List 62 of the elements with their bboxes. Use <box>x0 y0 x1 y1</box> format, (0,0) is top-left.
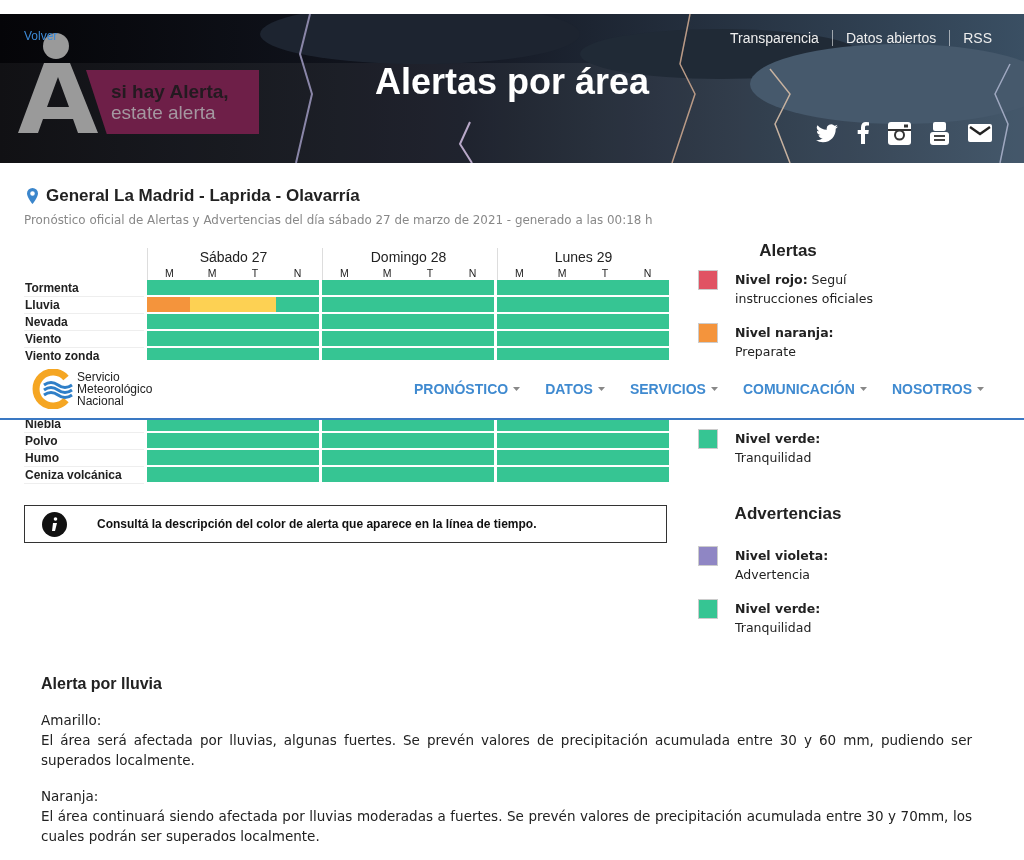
hazard-label: Viento <box>24 331 144 348</box>
day-header: Domingo 28 <box>370 249 447 266</box>
brand-name[interactable]: Servicio Meteorológico Nacional <box>77 371 153 407</box>
info-text: Consultá la descripción del color de alerta que aparece en la línea de tiempo. <box>97 516 537 532</box>
period-label: M <box>514 266 525 281</box>
level-heading: Naranja: <box>41 787 100 806</box>
location-title: General La Madrid - Laprida - Olavarría <box>46 186 360 206</box>
nav-menu-item[interactable]: SERVICIOS <box>629 381 718 397</box>
caret-icon <box>597 387 605 391</box>
logo-icon[interactable] <box>30 369 74 409</box>
period-label: T <box>250 266 260 281</box>
campaign-slogan: estate alerta <box>111 102 216 123</box>
nav-menu-item[interactable]: PRONÓSTICO <box>414 381 521 397</box>
bird-icon[interactable] <box>816 123 838 143</box>
period-label: M <box>381 266 393 281</box>
section-title: Alerta por lluvia <box>41 674 163 694</box>
location-pin-icon <box>27 188 38 204</box>
caret-icon <box>859 387 867 391</box>
period-label: T <box>600 266 610 281</box>
hazard-label: Humo <box>24 450 144 467</box>
legend-text: Nivel rojo: Seguí instrucciones oficiales <box>735 271 875 308</box>
hazard-label: Lluvia <box>24 297 144 314</box>
period-label: N <box>467 266 478 281</box>
paragraph: El área será afectada por lluvias, algunas fuertes. Se prevén valores de precipitación acumulada entre 30 y 60 mm, pudiendo ser superados localmente. <box>41 731 972 770</box>
nav-menu-item[interactable]: NOSOTROS <box>891 381 984 397</box>
envelope-icon[interactable] <box>968 124 992 142</box>
legend-text: Nivel violeta: Advertencia <box>735 547 830 584</box>
caret-icon <box>513 387 521 391</box>
caret-icon <box>977 387 984 391</box>
alert-logo-icon <box>18 33 98 134</box>
period-label: N <box>292 266 303 281</box>
page-title: Alertas por área <box>374 60 650 102</box>
day-header: Lunes 29 <box>554 249 613 266</box>
legend-text: Nivel verde: Tranquilidad <box>735 600 822 637</box>
period-label: M <box>164 266 175 281</box>
header-link[interactable]: Datos abiertos <box>831 30 950 46</box>
legend-heading: Advertencias <box>733 503 843 525</box>
caret-icon <box>710 387 718 391</box>
period-label: M <box>339 266 350 281</box>
nav-menu-item[interactable]: DATOS <box>545 381 605 397</box>
hazard-label: Tormenta <box>24 280 144 297</box>
day-header: Sábado 27 <box>199 249 268 266</box>
period-label: T <box>425 266 435 281</box>
camera-icon[interactable] <box>888 121 911 145</box>
legend-text: Nivel naranja: Preparate <box>735 324 835 361</box>
legend-heading: Alertas <box>758 240 818 262</box>
forecast-subtitle: Pronóstico oficial de Alertas y Advertencias del día sábado 27 de marzo de 2021 - generado a las 00:18 h <box>24 212 654 228</box>
level-heading: Amarillo: <box>41 711 103 730</box>
nav-menu-item[interactable]: COMUNICACIÓN <box>742 381 867 397</box>
legend-text: Nivel verde: Tranquilidad <box>735 430 822 467</box>
hazard-label: Nevada <box>24 314 144 331</box>
period-label: M <box>556 266 568 281</box>
info-icon <box>42 511 67 537</box>
header-link[interactable]: RSS <box>949 30 992 46</box>
paragraph: El área continuará siendo afectada por lluvias moderadas a fuertes. Se prevén valores de precipitación acumulada entre 30 y 70mm, los cuales podrán ser superados localmente. <box>41 807 972 846</box>
period-label: N <box>642 266 653 281</box>
hazard-label: Ceniza volcánica <box>24 467 144 484</box>
campaign-slogan: si hay Alerta, <box>111 81 229 102</box>
header-link[interactable]: Transparencia <box>716 30 832 46</box>
hazard-label: Polvo <box>24 433 144 450</box>
period-label: M <box>206 266 218 281</box>
f-icon[interactable] <box>857 122 869 144</box>
